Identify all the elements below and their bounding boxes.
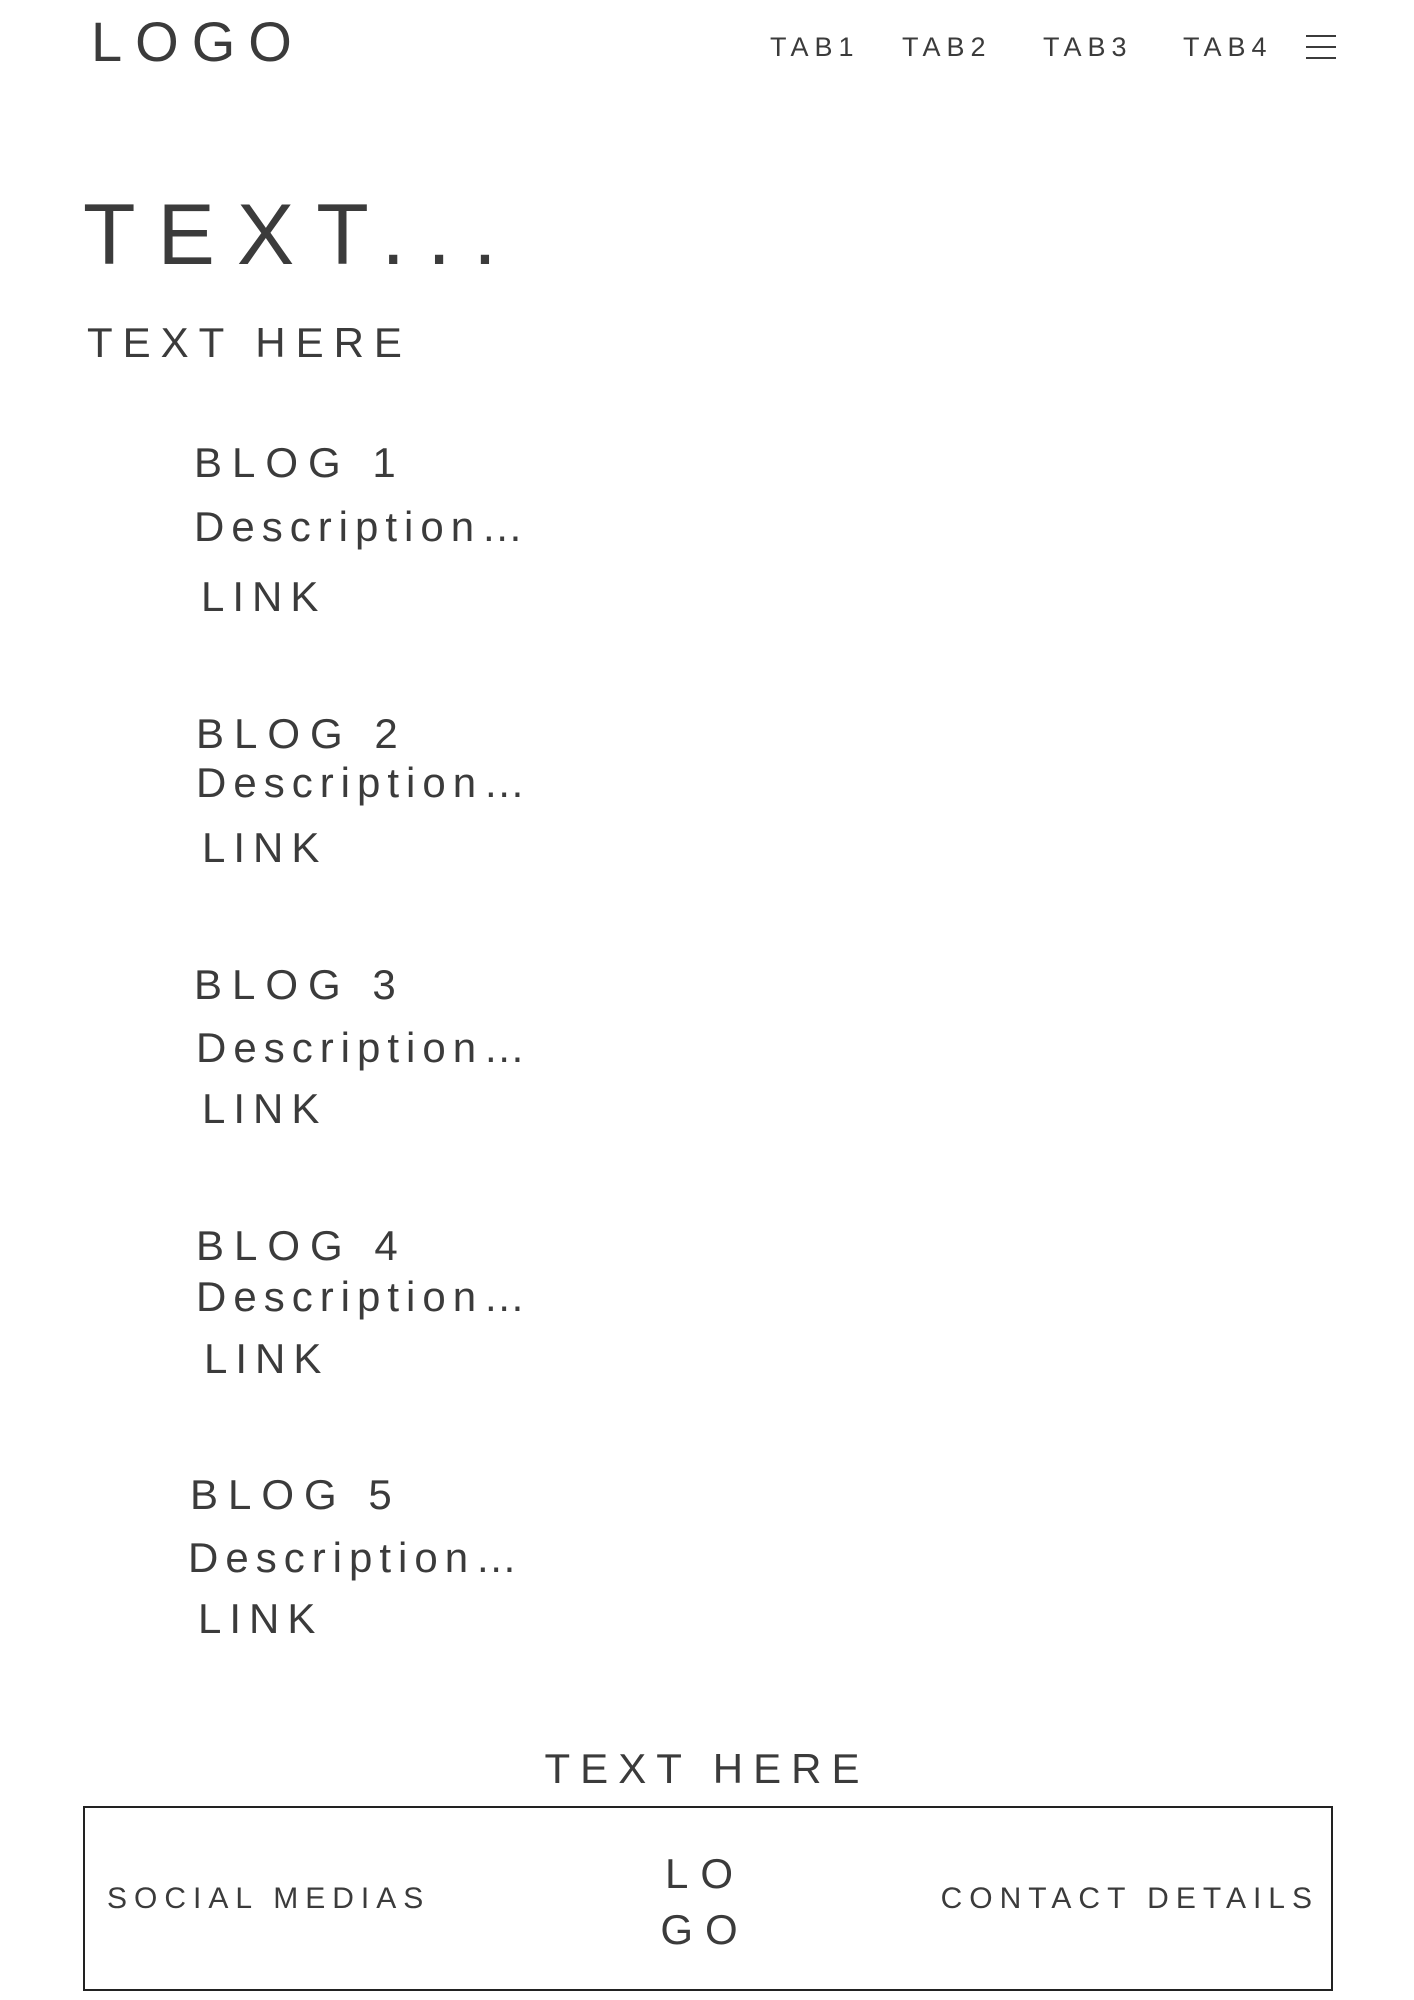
blog-title: BLOG 2 [196, 710, 408, 757]
hero-title: TEXT... [83, 187, 519, 283]
blog-title: BLOG 5 [190, 1471, 402, 1518]
hamburger-menu-icon[interactable] [1306, 33, 1336, 61]
blog-description: Description… [196, 759, 533, 806]
nav-tab-4[interactable]: TAB4 [1183, 34, 1273, 61]
blog-link[interactable]: LINK [198, 1598, 323, 1640]
nav-tab-2[interactable]: TAB2 [902, 34, 992, 61]
blog-link[interactable]: LINK [202, 1088, 327, 1130]
social-medias-link[interactable]: SOCIAL MEDIAS [107, 1884, 430, 1914]
footer-text: TEXT HERE [544, 1745, 870, 1792]
menu-line [1306, 35, 1336, 37]
blog-description: Description… [196, 1024, 533, 1071]
footer-logo-line: LO [664, 1850, 746, 1897]
nav-tab-3[interactable]: TAB3 [1043, 34, 1133, 61]
menu-line [1306, 57, 1336, 59]
blog-description: Description… [194, 503, 531, 550]
blog-link[interactable]: LINK [201, 576, 326, 618]
nav-tab-1[interactable]: TAB1 [770, 34, 860, 61]
menu-line [1306, 46, 1336, 48]
blog-title: BLOG 4 [196, 1222, 408, 1269]
footer-logo[interactable]: LO GO [630, 1846, 780, 1958]
site-logo[interactable]: LOGO [91, 14, 305, 70]
blog-title: BLOG 1 [194, 439, 406, 486]
blog-link[interactable]: LINK [204, 1338, 329, 1380]
blog-title: BLOG 3 [194, 961, 406, 1008]
contact-details-link[interactable]: CONTACT DETAILS [941, 1884, 1319, 1914]
hero-subtitle: TEXT HERE [87, 319, 412, 366]
blog-link[interactable]: LINK [202, 827, 327, 869]
footer-logo-line: GO [660, 1906, 750, 1953]
blog-description: Description… [196, 1273, 533, 1320]
footer: SOCIAL MEDIAS LO GO CONTACT DETAILS [83, 1806, 1333, 1991]
blog-description: Description… [188, 1534, 525, 1581]
